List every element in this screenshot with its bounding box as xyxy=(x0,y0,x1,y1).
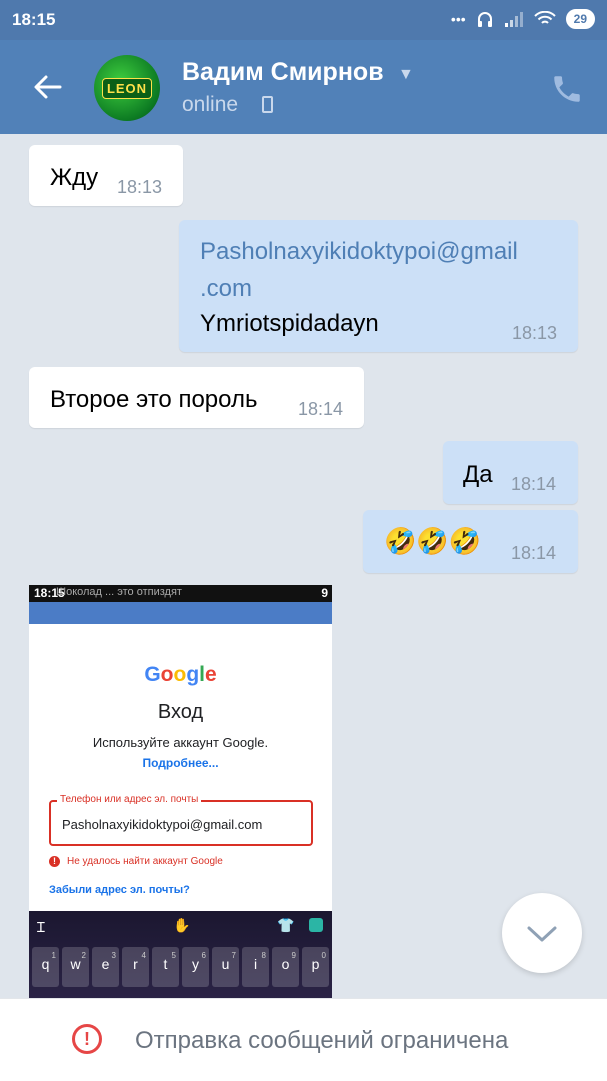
gesture-icon: ✋ xyxy=(173,917,191,933)
shirt-icon: 👕 xyxy=(277,917,295,933)
google-logo: Google xyxy=(144,663,217,686)
chevron-down-icon xyxy=(527,926,557,942)
keyboard-row: 1q 2w 3e 4r 5t 6y 7u 8i 9o 0p xyxy=(32,947,329,987)
key-y: 6y xyxy=(182,947,209,987)
message-text: Жду xyxy=(50,164,99,191)
keyboard: Ɪ ✋ 👕 1q 2w 3e 4r 5t 6y 7u 8i 9o 0p xyxy=(29,911,332,1000)
warning-icon: ! xyxy=(72,1024,102,1054)
status-icons: ••• 29 xyxy=(451,9,595,29)
keyboard-toolbar: Ɪ ✋ 👕 xyxy=(29,911,332,941)
headphones-icon xyxy=(477,12,492,27)
scroll-down-button[interactable] xyxy=(502,893,582,973)
contact-name[interactable]: Вадим Смирнов xyxy=(182,58,384,87)
message-time: 18:13 xyxy=(512,323,558,343)
message-bubble-outgoing[interactable]: Pasholnaxyikidoktypoi@gmail .com Ymriots… xyxy=(179,220,578,352)
error-text: Не удалось найти аккаунт Google xyxy=(67,856,223,867)
battery-indicator: 29 xyxy=(565,9,595,29)
attachment-top-bar xyxy=(29,602,332,624)
message-text: Ymriotspidadayn xyxy=(200,310,379,337)
message-time: 18:14 xyxy=(298,399,344,419)
key-r: 4r xyxy=(122,947,149,987)
phone-call-icon[interactable] xyxy=(550,72,584,106)
key-w: 2w xyxy=(62,947,89,987)
email-field-label: Телефон или адрес эл. почты xyxy=(57,794,202,805)
image-attachment[interactable]: 18:15 Шоколад ... это отпиздят 9 Google … xyxy=(29,585,332,1000)
signin-title: Вход xyxy=(157,701,204,723)
back-arrow-icon[interactable] xyxy=(32,71,64,103)
key-u: 7u xyxy=(212,947,239,987)
key-q: 1q xyxy=(32,947,59,987)
message-email-link[interactable]: Pasholnaxyikidoktypoi@gmail xyxy=(200,238,518,266)
attachment-status-notice: Шоколад ... это отпиздят xyxy=(56,586,182,598)
signal-icon xyxy=(504,12,523,27)
message-bubble-outgoing[interactable]: 🤣🤣🤣 18:14 xyxy=(363,510,578,573)
mobile-device-icon xyxy=(262,96,273,113)
key-t: 5t xyxy=(152,947,179,987)
key-o: 9o xyxy=(272,947,299,987)
message-bubble-outgoing[interactable]: Да 18:14 xyxy=(443,441,578,504)
message-emoji: 🤣🤣🤣 xyxy=(384,526,482,556)
contact-status: online xyxy=(182,93,239,116)
status-bar: 18:15 ••• 29 xyxy=(0,0,607,40)
avatar-logo: LEON xyxy=(101,77,153,99)
message-time: 18:13 xyxy=(117,177,163,197)
key-p: 0p xyxy=(302,947,329,987)
message-text: Да xyxy=(463,461,493,488)
error-icon: ! xyxy=(49,856,60,867)
forgot-email-link: Забыли адрес эл. почты? xyxy=(49,884,190,896)
text-cursor-icon: Ɪ xyxy=(37,919,45,935)
avatar[interactable]: LEON xyxy=(94,55,160,121)
message-bubble-incoming[interactable]: Второе это пороль 18:14 xyxy=(29,367,364,428)
restricted-footer: ! Отправка сообщений ограничена xyxy=(0,998,607,1081)
signin-subtitle: Используйте аккаунт Google. xyxy=(92,735,269,750)
message-email-link-cont[interactable]: .com xyxy=(200,275,252,303)
chevron-down-icon[interactable]: ▼ xyxy=(398,66,414,84)
message-bubble-incoming[interactable]: Жду 18:13 xyxy=(29,145,183,206)
dots-icon: ••• xyxy=(450,11,466,27)
key-e: 3e xyxy=(92,947,119,987)
learn-more-link: Подробнее... xyxy=(142,756,219,770)
wifi-icon xyxy=(533,11,556,24)
chat-header: LEON Вадим Смирнов ▼ online xyxy=(0,40,607,134)
keyboard-bot-icon xyxy=(309,918,323,932)
email-field-value: Pasholnaxyikidoktypoi@gmail.com xyxy=(62,817,263,832)
message-time: 18:14 xyxy=(511,474,557,494)
footer-text: Отправка сообщений ограничена xyxy=(135,1027,509,1054)
attachment-status-bar: 18:15 Шоколад ... это отпиздят 9 xyxy=(29,585,332,602)
message-text: Второе это пороль xyxy=(50,386,258,413)
error-message: ! Не удалось найти аккаунт Google xyxy=(49,856,223,867)
status-time: 18:15 xyxy=(12,10,56,29)
attachment-status-right: 9 xyxy=(321,586,328,600)
message-time: 18:14 xyxy=(511,543,557,563)
key-i: 8i xyxy=(242,947,269,987)
